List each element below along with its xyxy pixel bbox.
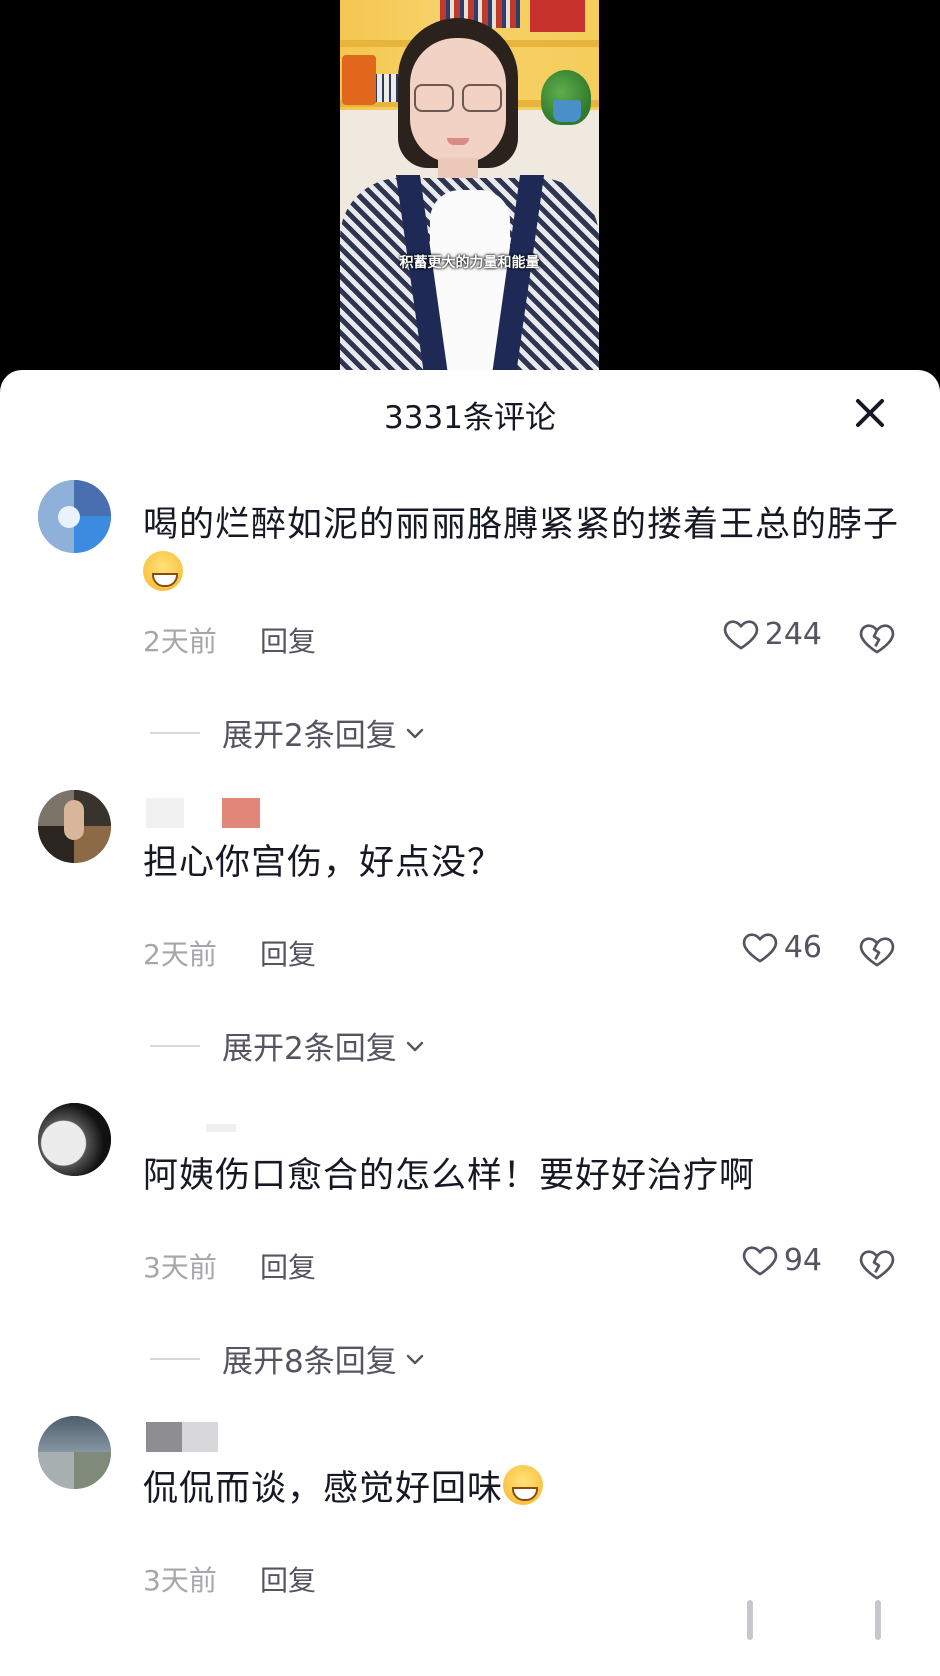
comment-text: 喝的烂醉如泥的丽丽胳膊紧紧的搂着王总的脖子 xyxy=(143,500,913,600)
plant-pot xyxy=(553,100,581,122)
comment-text: 阿姨伤口愈合的怎么样！要好好治疗啊 xyxy=(143,1156,756,1196)
user-avatar[interactable] xyxy=(38,1416,111,1489)
broken-heart-icon[interactable] xyxy=(857,618,897,658)
comment-time: 3天前 xyxy=(143,1251,217,1284)
comment-text: 侃侃而谈，感觉好回味 xyxy=(143,1464,913,1514)
comment-time: 2天前 xyxy=(143,938,217,971)
comment-text: 担心你宫伤，好点没？ xyxy=(143,843,504,883)
like-count: 46 xyxy=(783,929,822,965)
reply-button[interactable]: 回复 xyxy=(260,933,316,973)
heart-icon xyxy=(742,1246,778,1276)
like-button[interactable]: 46 xyxy=(740,927,822,967)
expand-replies-button[interactable]: 展开2条回复 xyxy=(150,710,427,755)
expand-replies-label: 展开2条回复 xyxy=(222,1031,397,1067)
broken-heart-icon[interactable] xyxy=(857,931,897,971)
expand-replies-button[interactable]: 展开8条回复 xyxy=(150,1336,427,1381)
expand-replies-button[interactable]: 展开2条回复 xyxy=(150,1023,427,1068)
user-avatar[interactable] xyxy=(38,790,111,863)
divider-line xyxy=(150,1357,200,1360)
reply-button[interactable]: 回复 xyxy=(260,1246,316,1286)
username-redacted xyxy=(146,798,260,828)
presenter-mouth xyxy=(447,138,469,145)
laugh-cry-emoji-icon xyxy=(143,551,183,591)
username-redacted xyxy=(146,1422,226,1452)
scroll-indicator xyxy=(875,1600,881,1640)
video-player[interactable]: 积蓄更大的力量和能量 xyxy=(340,0,599,372)
comment-time: 2天前 xyxy=(143,625,217,658)
like-count: 244 xyxy=(764,616,822,652)
expand-replies-label: 展开2条回复 xyxy=(222,718,397,754)
like-count: 94 xyxy=(783,1242,822,1278)
reply-button[interactable]: 回复 xyxy=(260,1559,316,1599)
close-icon[interactable] xyxy=(847,390,893,436)
user-avatar[interactable] xyxy=(38,480,111,553)
heart-icon xyxy=(742,933,778,963)
divider-line xyxy=(150,731,200,734)
user-avatar[interactable] xyxy=(38,1103,111,1176)
like-button[interactable]: 94 xyxy=(740,1240,822,1280)
chevron-down-icon xyxy=(406,1041,423,1051)
expand-replies-label: 展开8条回复 xyxy=(222,1344,397,1380)
ornament xyxy=(342,55,376,105)
grin-emoji-icon xyxy=(503,1465,544,1505)
comment-sheet: 3331条评论 喝的烂醉如泥的丽丽胳膊紧紧的搂着王总的脖子 2天前 回复 244… xyxy=(0,370,940,1676)
books xyxy=(530,0,585,32)
comment-time: 3天前 xyxy=(143,1564,217,1597)
username-redacted xyxy=(146,1112,236,1142)
video-subtitle: 积蓄更大的力量和能量 xyxy=(399,255,540,271)
heart-icon xyxy=(723,620,758,650)
broken-heart-icon[interactable] xyxy=(857,1244,897,1284)
reply-button[interactable]: 回复 xyxy=(260,620,316,660)
scroll-indicator xyxy=(747,1600,753,1640)
divider-line xyxy=(150,1044,200,1047)
chevron-down-icon xyxy=(406,1354,423,1364)
comment-count-title: 3331条评论 xyxy=(384,400,556,436)
glasses xyxy=(412,84,504,112)
like-button[interactable]: 244 xyxy=(721,614,822,654)
chevron-down-icon xyxy=(406,728,423,738)
